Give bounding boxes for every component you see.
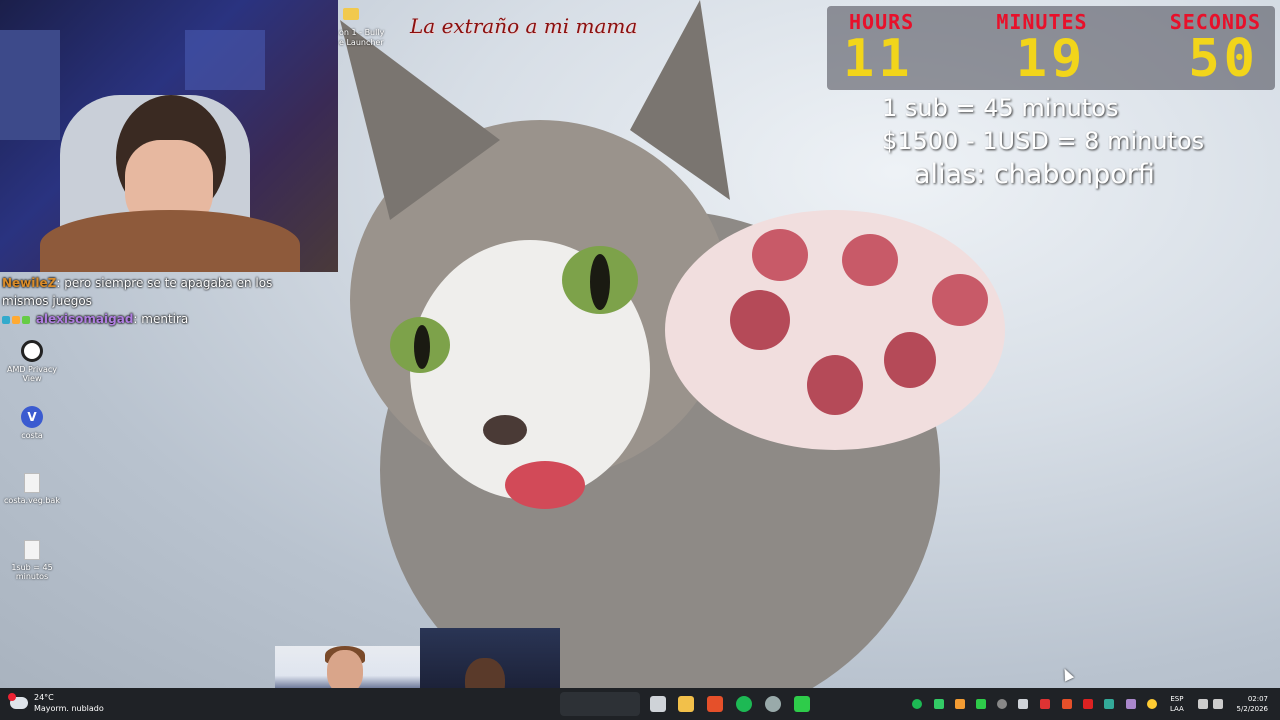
clock-date: 5/2/2026: [1236, 705, 1268, 713]
spotify-icon[interactable]: [736, 696, 752, 712]
timer-digits: 11 19 50: [827, 29, 1275, 89]
chat-overlay: NewileZ: pero siempre se te apagaba en l…: [2, 274, 322, 328]
file-icon: [24, 473, 40, 493]
file-icon: [24, 540, 40, 560]
tray-icon[interactable]: [1018, 699, 1028, 709]
subathon-timer: HOURS MINUTES SECONDS 11 19 50: [827, 6, 1275, 90]
taskbar-search[interactable]: [560, 692, 640, 716]
kick-tray-icon[interactable]: [976, 699, 986, 709]
timer-seconds-value: 50: [1188, 29, 1259, 89]
chat-message: alexisomaigad: mentira: [2, 310, 322, 328]
desktop-icon-launcher-label[interactable]: on 1 - Bully e Launcher: [339, 28, 384, 48]
task-view-icon[interactable]: [650, 696, 666, 712]
streamer-webcam: [0, 0, 338, 272]
chat-text: mentira: [141, 312, 189, 326]
clock-time: 02:07: [1247, 695, 1268, 703]
timer-minutes-value: 19: [1015, 29, 1087, 89]
folder-icon[interactable]: [343, 8, 359, 20]
desktop-icon-label: costa.veg.bak: [4, 496, 60, 505]
volume-icon[interactable]: [1213, 699, 1223, 709]
chat-badge-icon: [2, 315, 10, 324]
tray-icon[interactable]: [1083, 699, 1093, 709]
tray-icon[interactable]: [997, 699, 1007, 709]
desktop-icon-label: 1sub = 45 minutos: [11, 563, 53, 581]
microphone-icon[interactable]: [1147, 699, 1157, 709]
chat-message: NewileZ: pero siempre se te apagaba en l…: [2, 276, 273, 308]
tray-icon[interactable]: [934, 699, 944, 709]
chat-username: NewileZ: [2, 276, 57, 290]
webcam-posters: [185, 30, 265, 90]
kick-icon[interactable]: [794, 696, 810, 712]
chat-username: alexisomaigad: [35, 312, 134, 326]
rule-alias: alias: chabonporfi: [914, 159, 1155, 190]
network-icon[interactable]: [1198, 699, 1208, 709]
brave-browser-icon[interactable]: [707, 696, 723, 712]
desktop-icon-label: costa: [21, 431, 43, 440]
desktop-icon-costa-veg-bak[interactable]: costa.veg.bak: [2, 473, 62, 505]
desktop-icon-label: AMD Privacy View: [6, 365, 58, 383]
amd-icon: [21, 340, 43, 362]
taskbar: 24°C Mayorm. nublado ESP LAA 02:07 5/2/2…: [0, 688, 1280, 720]
file-explorer-icon[interactable]: [678, 696, 694, 712]
tray-icon[interactable]: [1040, 699, 1050, 709]
cloud-icon: [8, 693, 28, 709]
webcam-window-background: [0, 30, 60, 140]
weather-temp: 24°C: [34, 693, 54, 702]
desktop-icon-amd-privacy-view[interactable]: AMD Privacy View: [2, 340, 62, 383]
obs-icon[interactable]: [765, 696, 781, 712]
weather-desc: Mayorm. nublado: [34, 704, 104, 713]
rule-donation: $1500 - 1USD = 8 minutos: [882, 127, 1205, 155]
streamer-body: [40, 210, 300, 272]
desktop-icon-1sub-45-minutos[interactable]: 1sub = 45 minutos: [2, 540, 62, 581]
spotify-tray-icon[interactable]: [912, 699, 922, 709]
desktop-icon-costa[interactable]: V costa: [2, 406, 62, 440]
tray-icon[interactable]: [955, 699, 965, 709]
timer-hours-value: 11: [843, 29, 914, 89]
brave-tray-icon[interactable]: [1062, 699, 1072, 709]
chat-badge-icon: [12, 315, 20, 324]
language-top: ESP: [1170, 695, 1184, 703]
system-clock[interactable]: 02:07 5/2/2026: [1230, 694, 1268, 714]
stream-title-overlay: La extraño a mi mama: [410, 14, 638, 38]
rule-sub: 1 sub = 45 minutos: [882, 94, 1119, 122]
tray-icon[interactable]: [1104, 699, 1114, 709]
language-indicator[interactable]: ESP LAA: [1170, 694, 1184, 714]
weather-widget[interactable]: 24°C Mayorm. nublado: [8, 692, 104, 714]
subathon-rules: 1 sub = 45 minutos $1500 - 1USD = 8 minu…: [882, 92, 1242, 191]
costa-icon: V: [21, 406, 43, 428]
tray-icon[interactable]: [1126, 699, 1136, 709]
chat-badge-icon: [22, 315, 30, 324]
language-bottom: LAA: [1170, 705, 1184, 713]
